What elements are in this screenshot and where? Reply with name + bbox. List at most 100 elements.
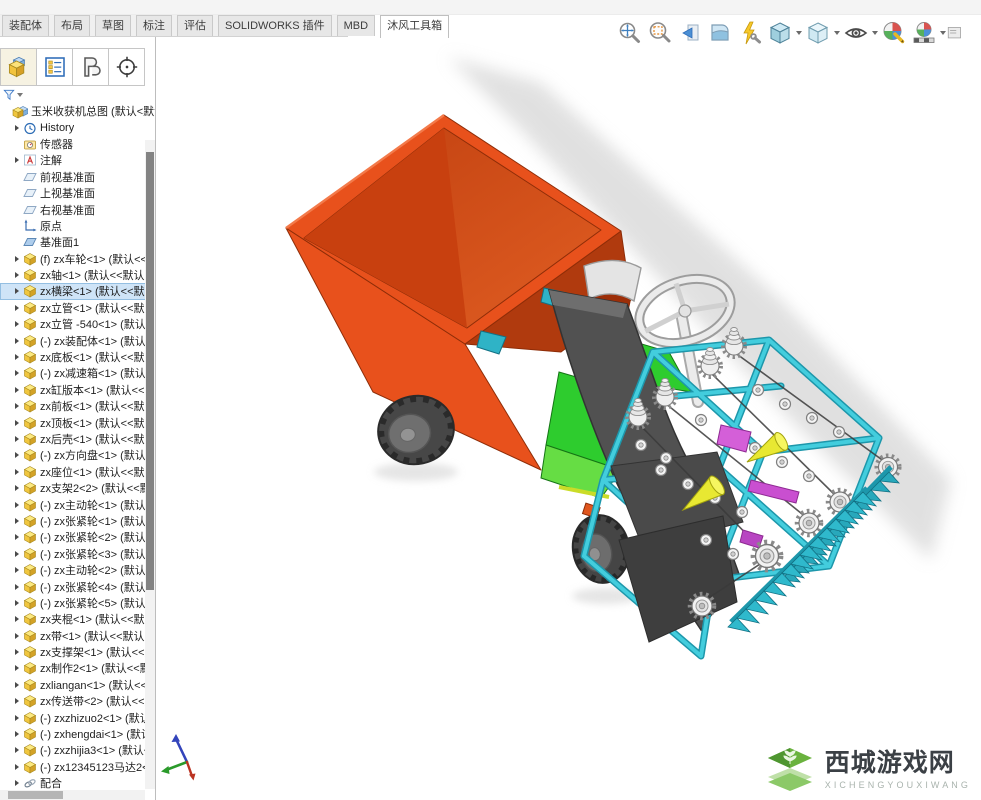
- tree-item[interactable]: (-) zx张紧轮<2> (默认<<: [0, 529, 155, 545]
- horizontal-scrollbar-thumb[interactable]: [8, 791, 63, 799]
- tab-solidworks-addins[interactable]: SOLIDWORKS 插件: [218, 15, 332, 36]
- view-orientation-button[interactable]: [765, 18, 803, 48]
- featuremanager-design-tree-tab[interactable]: [0, 48, 37, 86]
- edit-appearance-button[interactable]: [879, 18, 909, 48]
- tab-mufeng-toolbox[interactable]: 沐风工具箱: [380, 15, 449, 38]
- tree-item[interactable]: (-) zx主动轮<1> (默认<<: [0, 496, 155, 512]
- expand-arrow-icon[interactable]: [13, 745, 22, 755]
- tree-item[interactable]: (-) zxhengdai<1> (默认<: [0, 726, 155, 742]
- expand-arrow-icon[interactable]: [13, 696, 22, 706]
- tree-item[interactable]: zx横梁<1> (默认<<默认:: [0, 283, 155, 299]
- tree-item[interactable]: zxliangan<1> (默认<<默: [0, 677, 155, 693]
- tree-item[interactable]: (-) zx张紧轮<5> (默认<<: [0, 595, 155, 611]
- previous-view-button[interactable]: [675, 18, 705, 48]
- tab-mbd[interactable]: MBD: [337, 15, 375, 36]
- 3d-model-corn-harvester[interactable]: [156, 37, 981, 800]
- tree-item[interactable]: zx后壳<1> (默认<<默认:: [0, 431, 155, 447]
- expand-arrow-icon[interactable]: [13, 401, 22, 411]
- tree-item[interactable]: zx立管<1> (默认<<默认:: [0, 300, 155, 316]
- expand-arrow-icon[interactable]: [13, 418, 22, 428]
- expand-arrow-icon[interactable]: [13, 565, 22, 575]
- expand-arrow-icon[interactable]: [13, 582, 22, 592]
- expand-arrow-icon[interactable]: [13, 483, 22, 493]
- tree-item[interactable]: zx底板<1> (默认<<默认:: [0, 349, 155, 365]
- zoom-to-fit-button[interactable]: [615, 18, 645, 48]
- tree-item[interactable]: (-) zxzhizuo2<1> (默认<: [0, 709, 155, 725]
- tree-item[interactable]: 注解: [0, 152, 155, 168]
- tree-item[interactable]: (-) zx装配体<1> (默认<<: [0, 332, 155, 348]
- tree-item[interactable]: zx支撑架<1> (默认<<默认: [0, 644, 155, 660]
- tree-item[interactable]: (-) zx方向盘<1> (默认<<: [0, 447, 155, 463]
- expand-arrow-icon[interactable]: [13, 500, 22, 510]
- tree-item[interactable]: zx立管 -540<1> (默认<<: [0, 316, 155, 332]
- expand-arrow-icon[interactable]: [13, 155, 22, 165]
- tree-item[interactable]: 原点: [0, 218, 155, 234]
- expand-arrow-icon[interactable]: [13, 123, 22, 133]
- expand-arrow-icon[interactable]: [13, 385, 22, 395]
- tree-vertical-scrollbar[interactable]: [145, 140, 155, 789]
- expand-arrow-icon[interactable]: [13, 614, 22, 624]
- tree-item[interactable]: 传感器: [0, 136, 155, 152]
- zoom-to-area-button[interactable]: [645, 18, 675, 48]
- expand-arrow-icon[interactable]: [13, 647, 22, 657]
- tree-horizontal-scrollbar[interactable]: [0, 790, 145, 800]
- tree-item[interactable]: zx前板<1> (默认<<默认:: [0, 398, 155, 414]
- expand-arrow-icon[interactable]: [13, 598, 22, 608]
- expand-arrow-icon[interactable]: [13, 319, 22, 329]
- tree-item[interactable]: zx制作2<1> (默认<<默认: [0, 660, 155, 676]
- apply-scene-button[interactable]: [909, 18, 947, 48]
- expand-arrow-icon[interactable]: [13, 467, 22, 477]
- performance-evaluation-button[interactable]: [735, 18, 765, 48]
- expand-arrow-icon[interactable]: [13, 713, 22, 723]
- tree-item[interactable]: (-) zx张紧轮<4> (默认<<: [0, 578, 155, 594]
- vertical-scrollbar-thumb[interactable]: [146, 152, 154, 590]
- propertymanager-tab[interactable]: [36, 48, 73, 86]
- expand-arrow-icon[interactable]: [13, 631, 22, 641]
- expand-arrow-icon[interactable]: [13, 254, 22, 264]
- expand-arrow-icon[interactable]: [13, 368, 22, 378]
- tab-evaluate[interactable]: 评估: [177, 15, 213, 36]
- tree-item[interactable]: zx顶板<1> (默认<<默认:: [0, 414, 155, 430]
- tree-item[interactable]: zx轴<1> (默认<<默认>_: [0, 267, 155, 283]
- tree-item[interactable]: zx夹棍<1> (默认<<默认:: [0, 611, 155, 627]
- tree-root-assembly[interactable]: 玉米收获机总图 (默认<默认_: [0, 103, 155, 119]
- graphics-viewport[interactable]: 西城游戏网 XICHENGYOUXIWANG: [156, 37, 981, 800]
- tree-item[interactable]: 配合: [0, 775, 155, 791]
- tree-item[interactable]: zx缸版本<1> (默认<<默认: [0, 382, 155, 398]
- tree-item[interactable]: 上视基准面: [0, 185, 155, 201]
- tree-item[interactable]: (-) zxzhijia3<1> (默认<<: [0, 742, 155, 758]
- expand-arrow-icon[interactable]: [13, 303, 22, 313]
- expand-arrow-icon[interactable]: [13, 680, 22, 690]
- expand-arrow-icon[interactable]: [13, 549, 22, 559]
- tree-item[interactable]: 右视基准面: [0, 201, 155, 217]
- configurationmanager-tab[interactable]: [72, 48, 109, 86]
- expand-arrow-icon[interactable]: [13, 729, 22, 739]
- expand-arrow-icon[interactable]: [13, 532, 22, 542]
- expand-arrow-icon[interactable]: [13, 778, 22, 788]
- expand-arrow-icon[interactable]: [13, 270, 22, 280]
- tab-assembly[interactable]: 装配体: [2, 15, 49, 36]
- tree-item[interactable]: (-) zx张紧轮<1> (默认<<: [0, 513, 155, 529]
- tree-item[interactable]: (-) zx12345123马达2<1>: [0, 759, 155, 775]
- tree-item[interactable]: 基准面1: [0, 234, 155, 250]
- expand-arrow-icon[interactable]: [13, 762, 22, 772]
- display-style-button[interactable]: [803, 18, 841, 48]
- tree-item[interactable]: (-) zx张紧轮<3> (默认<<: [0, 546, 155, 562]
- tree-item[interactable]: (-) zx主动轮<2> (默认<<: [0, 562, 155, 578]
- tab-sketch[interactable]: 草图: [95, 15, 131, 36]
- tree-item[interactable]: zx座位<1> (默认<<默认:: [0, 464, 155, 480]
- tree-item[interactable]: zx带<1> (默认<<默认>_: [0, 628, 155, 644]
- expand-arrow-icon[interactable]: [13, 434, 22, 444]
- tree-item[interactable]: zx传送带<2> (默认<<默认: [0, 693, 155, 709]
- expand-arrow-icon[interactable]: [13, 352, 22, 362]
- filter-icon[interactable]: [3, 89, 15, 101]
- tree-item[interactable]: (-) zx减速箱<1> (默认<<: [0, 365, 155, 381]
- header-belt-lower[interactable]: [619, 516, 737, 642]
- expand-arrow-icon[interactable]: [13, 663, 22, 673]
- expand-arrow-icon[interactable]: [13, 336, 22, 346]
- tree-item[interactable]: zx支架2<2> (默认<<默认: [0, 480, 155, 496]
- expand-arrow-icon[interactable]: [13, 286, 22, 296]
- tree-item[interactable]: (f) zx车轮<1> (默认<<默: [0, 251, 155, 267]
- tree-item[interactable]: 前视基准面: [0, 169, 155, 185]
- expand-arrow-icon[interactable]: [13, 516, 22, 526]
